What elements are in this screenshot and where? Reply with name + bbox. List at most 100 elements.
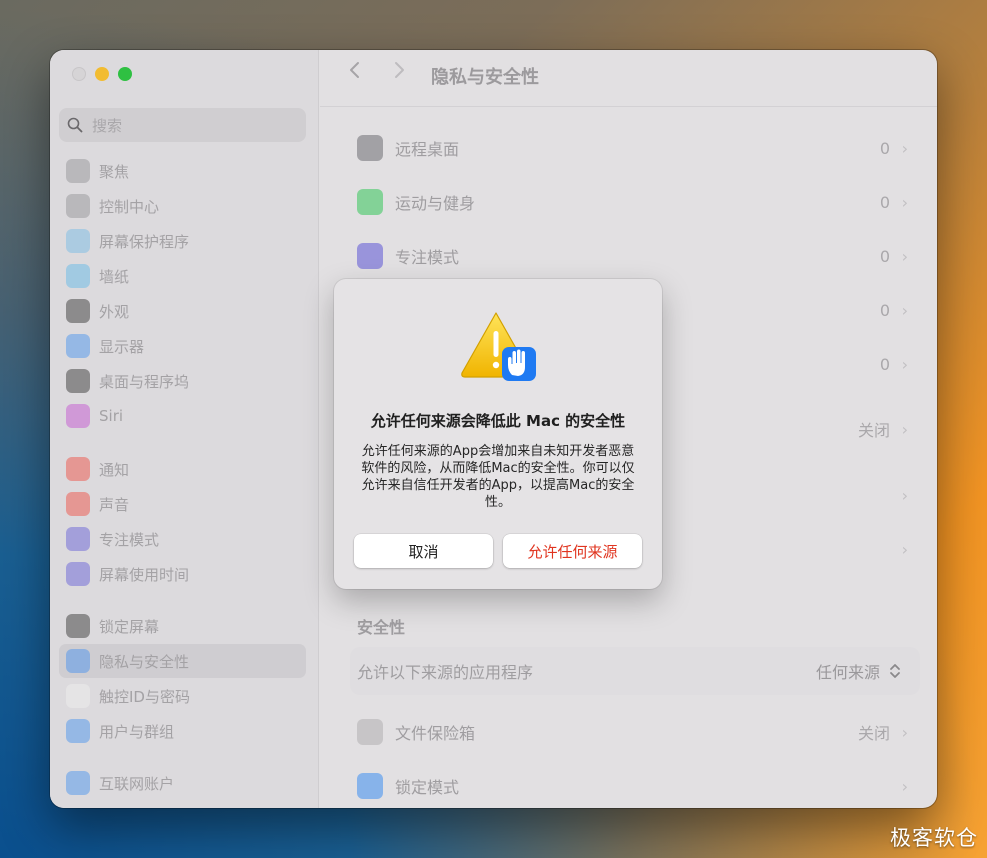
watermark-text: 极客软仓 — [890, 826, 978, 850]
chevron-right-icon: › — [901, 419, 908, 439]
sidebar-item[interactable]: 声音 — [59, 487, 306, 521]
search-icon — [67, 117, 83, 133]
security-section-title: 安全性 — [357, 618, 406, 637]
chevron-right-icon: › — [901, 354, 908, 374]
security-alert-dialog: 允许任何来源会降低此 Mac 的安全性 允许任何来源的App会增加来自未知开发者… — [334, 279, 662, 589]
updown-chevron-icon — [890, 664, 900, 678]
search-input[interactable]: 搜索 — [59, 108, 306, 142]
sidebar-item-label: 显示器 — [99, 337, 145, 356]
close-button[interactable] — [72, 67, 86, 81]
chevron-right-icon: › — [901, 485, 908, 505]
sidebar-item-label: 互联网账户 — [99, 774, 175, 793]
chevron-right-icon: › — [901, 246, 908, 266]
sidebar-item[interactable]: 墙纸 — [59, 259, 306, 293]
security-row[interactable]: 锁定模式 › — [350, 759, 920, 808]
zoom-button[interactable] — [118, 67, 132, 81]
warning-icon — [461, 312, 536, 381]
sidebar-item[interactable]: 屏幕保护程序 — [59, 224, 306, 258]
sidebar-item-label: 声音 — [99, 495, 130, 514]
notification-icon — [66, 457, 90, 481]
remote-desktop-icon — [357, 135, 383, 161]
privacy-row[interactable]: 运动与健身 0 › — [350, 175, 920, 229]
sidebar-item[interactable]: 通知 — [59, 452, 306, 486]
chevron-right-icon: › — [901, 300, 908, 320]
wallpaper-icon — [66, 264, 90, 288]
internet-accounts-icon — [66, 771, 90, 795]
lockdown-hand-icon — [357, 773, 383, 799]
chevron-right-icon — [395, 62, 404, 78]
chevron-right-icon: › — [901, 539, 908, 559]
dock-icon — [66, 369, 90, 393]
sound-icon — [66, 492, 90, 516]
security-row-value: 关闭 — [857, 724, 890, 743]
sidebar-item[interactable]: 控制中心 — [59, 189, 306, 223]
filevault-icon — [357, 719, 383, 745]
privacy-row-value: 0 — [879, 138, 890, 158]
users-icon — [66, 719, 90, 743]
allow-apps-from-label: 允许以下来源的应用程序 — [357, 663, 534, 682]
sidebar-item-label: 隐私与安全性 — [99, 652, 190, 671]
control-center-icon — [66, 194, 90, 218]
sidebar-item[interactable]: 专注模式 — [59, 522, 306, 556]
sidebar-item-label: 控制中心 — [99, 197, 160, 216]
cancel-button[interactable]: 取消 — [354, 534, 493, 568]
sidebar-item-label: Siri — [99, 407, 124, 425]
privacy-hand-icon — [66, 649, 90, 673]
sidebar-item-label: 专注模式 — [99, 530, 160, 549]
sidebar-item[interactable]: 桌面与程序坞 — [59, 364, 306, 398]
allow-apps-from-row[interactable]: 允许以下来源的应用程序 任何来源 — [350, 647, 920, 695]
sidebar-item-label: 桌面与程序坞 — [99, 372, 190, 391]
sidebar-item-label: 触控ID与密码 — [99, 687, 190, 706]
dialog-title: 允许任何来源会降低此 Mac 的安全性 — [370, 412, 626, 430]
fitness-icon — [357, 189, 383, 215]
sidebar-item[interactable]: 用户与群组 — [59, 714, 306, 748]
focus-moon-icon — [357, 243, 383, 269]
sidebar-item-label: 屏幕保护程序 — [99, 232, 190, 251]
sidebar-item[interactable]: 外观 — [59, 294, 306, 328]
security-row-label: 文件保险箱 — [395, 724, 476, 743]
privacy-row-value: 0 — [879, 192, 890, 212]
sidebar-item[interactable]: 互联网账户 — [59, 766, 306, 800]
focus-icon — [66, 527, 90, 551]
chevron-left-icon — [350, 62, 359, 78]
privacy-row-label: 远程桌面 — [395, 140, 460, 159]
chevron-right-icon: › — [901, 722, 908, 742]
chevron-right-icon: › — [901, 192, 908, 212]
touch-id-icon — [66, 684, 90, 708]
minimize-button[interactable] — [95, 67, 109, 81]
display-icon — [66, 334, 90, 358]
privacy-row-label: 专注模式 — [395, 248, 460, 267]
security-row[interactable]: 文件保险箱 关闭 › — [350, 705, 920, 759]
sidebar-item[interactable]: 显示器 — [59, 329, 306, 363]
sidebar-item[interactable]: 屏幕使用时间 — [59, 557, 306, 591]
privacy-row[interactable]: 专注模式 0 › — [350, 229, 920, 283]
sidebar-item-label: 聚焦 — [99, 162, 130, 181]
privacy-row-value: 0 — [879, 354, 890, 374]
sidebar-item[interactable]: Siri — [59, 399, 306, 433]
allow-apps-from-value: 任何来源 — [815, 663, 880, 682]
allow-anywhere-button[interactable]: 允许任何来源 — [503, 534, 642, 568]
sidebar-item-label: 墙纸 — [99, 267, 130, 286]
back-button[interactable] — [348, 60, 368, 80]
sidebar-item-label: 屏幕使用时间 — [99, 565, 190, 584]
window-controls — [72, 67, 132, 81]
forward-button[interactable] — [392, 60, 412, 80]
dialog-message: 允许任何来源的App会增加来自未知开发者恶意软件的风险，从而降低Mac的安全性。… — [361, 444, 635, 510]
sidebar-item[interactable]: 隐私与安全性 — [59, 644, 306, 678]
sidebar: 搜索 聚焦控制中心屏幕保护程序 墙纸外观显示器桌面与程序坞 Siri 通知声音专注模式… — [50, 50, 319, 808]
privacy-row-value: 关闭 — [857, 421, 890, 440]
siri-icon — [66, 404, 90, 428]
sidebar-item[interactable]: 锁定屏幕 — [59, 609, 306, 643]
appearance-icon — [66, 299, 90, 323]
sidebar-item[interactable]: 触控ID与密码 — [59, 679, 306, 713]
screensaver-icon — [66, 229, 90, 253]
privacy-row-label: 运动与健身 — [395, 194, 476, 213]
sidebar-item[interactable]: 聚焦 — [59, 154, 306, 188]
privacy-row-value: 0 — [879, 300, 890, 320]
chevron-right-icon: › — [901, 776, 908, 796]
spotlight-icon — [66, 159, 90, 183]
lock-screen-icon — [66, 614, 90, 638]
privacy-row[interactable]: 远程桌面 0 › — [350, 121, 920, 175]
toolbar: 隐私与安全性 — [320, 50, 937, 107]
screen-time-icon — [66, 562, 90, 586]
